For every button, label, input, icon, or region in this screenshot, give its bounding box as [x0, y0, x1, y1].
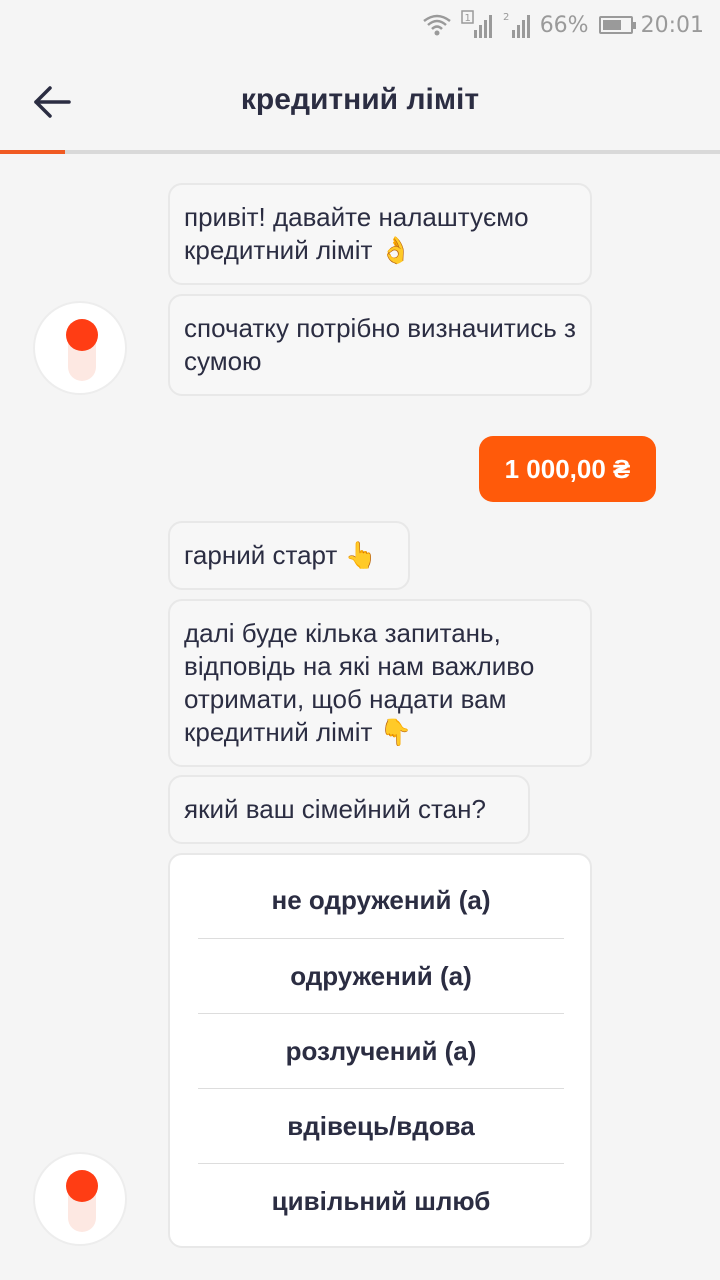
message-text: привіт! давайте налаштуємо кредитний лім…	[184, 202, 529, 265]
bot-message: гарний старт 👆	[168, 521, 410, 590]
signal-icon: 2	[502, 10, 532, 40]
chat-screen: 1 2 66% 20:01 кредитний ліміт привіт! да…	[0, 0, 720, 1280]
option-button[interactable]: розлучений (а)	[198, 1014, 564, 1089]
page-title: кредитний ліміт	[240, 83, 480, 116]
battery-icon	[598, 16, 636, 34]
user-message: 1 000,00 ₴	[479, 436, 656, 502]
bot-message: далі буде кілька запитань, відповідь на …	[168, 599, 592, 767]
sim2-label: 2	[503, 12, 509, 23]
battery-percent: 66%	[539, 12, 589, 38]
signal-icon: 1	[460, 10, 494, 40]
progress-fill	[0, 150, 65, 154]
message-text: далі буде кілька запитань, відповідь на …	[184, 618, 535, 747]
option-button[interactable]: вдівець/вдова	[198, 1089, 564, 1164]
progress-bar	[0, 150, 720, 154]
bot-message: привіт! давайте налаштуємо кредитний лім…	[168, 183, 592, 285]
option-button[interactable]: не одружений (а)	[198, 863, 564, 938]
bot-avatar	[33, 301, 127, 395]
bot-message: спочатку потрібно визначитись з сумою	[168, 294, 592, 396]
bot-avatar	[33, 1152, 127, 1246]
amount-text: 1 000,00 ₴	[504, 453, 631, 484]
back-button[interactable]	[28, 82, 76, 122]
message-text: гарний старт 👆	[184, 540, 377, 570]
message-text: який ваш сімейний стан?	[184, 794, 486, 824]
wifi-icon	[422, 12, 452, 38]
options-card: не одружений (а) одружений (а) розлучени…	[168, 853, 592, 1248]
clock: 20:01	[640, 12, 704, 38]
arrow-left-icon	[34, 86, 71, 118]
option-button[interactable]: одружений (а)	[198, 939, 564, 1014]
message-text: спочатку потрібно визначитись з сумою	[184, 313, 576, 376]
status-bar: 1 2 66% 20:01	[0, 0, 720, 50]
option-button[interactable]: цивільний шлюб	[198, 1164, 564, 1239]
header: кредитний ліміт	[0, 50, 720, 150]
sim1-label: 1	[464, 13, 470, 24]
bot-message: який ваш сімейний стан?	[168, 775, 530, 844]
